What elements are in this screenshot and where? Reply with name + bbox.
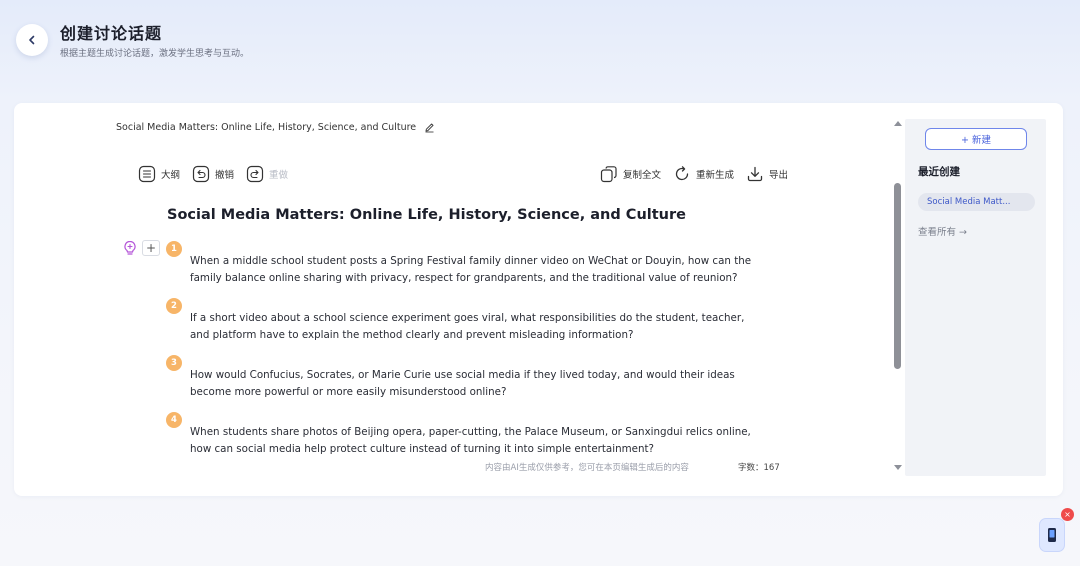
question-text[interactable]: If a short video about a school science … — [190, 310, 765, 344]
list-item: 3 How would Confucius, Socrates, or Mari… — [166, 355, 766, 412]
undo-icon — [192, 165, 210, 183]
row-tools: + — [122, 240, 160, 256]
scroll-up-arrow[interactable] — [894, 121, 902, 126]
scroll-down-arrow[interactable] — [894, 465, 902, 470]
pencil-icon[interactable] — [424, 122, 435, 133]
content-title: Social Media Matters: Online Life, Histo… — [167, 207, 686, 223]
lightbulb-icon[interactable] — [122, 240, 138, 256]
copy-all-button[interactable]: 复制全文 — [600, 165, 661, 183]
undo-label: 撤销 — [215, 170, 235, 181]
question-list: 1 When a middle school student posts a S… — [166, 241, 766, 469]
recent-title: 最近创建 — [918, 166, 960, 178]
vertical-scrollbar[interactable] — [892, 117, 904, 473]
editor-toolbar: 大纲 撤销 重做 复制全文 重新生成 导出 — [138, 163, 788, 185]
export-button[interactable]: 导出 — [746, 165, 788, 183]
redo-label: 重做 — [269, 170, 289, 181]
ai-disclaimer: 内容由AI生成仅供参考，您可在本页编辑生成后的内容 — [485, 463, 689, 473]
word-count: 字数：167 — [738, 463, 780, 473]
copy-icon — [600, 165, 618, 183]
question-number-badge: 3 — [166, 355, 182, 371]
undo-button[interactable]: 撤销 — [192, 165, 234, 183]
history-sidebar: + 新建 最近创建 Social Media Matt... 查看所有 → — [905, 119, 1046, 476]
back-button[interactable] — [16, 24, 48, 56]
question-number-badge: 2 — [166, 298, 182, 314]
download-icon — [746, 165, 764, 183]
page-subtitle: 根据主题生成讨论话题，激发学生思考与互动。 — [60, 49, 250, 59]
list-item: 1 When a middle school student posts a S… — [166, 241, 766, 298]
question-text[interactable]: When students share photos of Beijing op… — [190, 424, 765, 458]
document-name-row: Social Media Matters: Online Life, Histo… — [116, 122, 435, 133]
question-text[interactable]: When a middle school student posts a Spr… — [190, 253, 765, 287]
export-label: 导出 — [768, 170, 788, 181]
new-button[interactable]: + 新建 — [925, 128, 1027, 150]
outline-label: 大纲 — [161, 170, 181, 181]
list-item: 2 If a short video about a school scienc… — [166, 298, 766, 355]
question-text[interactable]: How would Confucius, Socrates, or Marie … — [190, 367, 765, 401]
toolbar-right-group: 复制全文 重新生成 导出 — [588, 165, 788, 183]
refresh-icon — [673, 165, 691, 183]
view-all-link[interactable]: 查看所有 → — [918, 224, 967, 238]
recent-item[interactable]: Social Media Matt... — [918, 193, 1035, 211]
copy-all-label: 复制全文 — [622, 170, 661, 181]
scrollbar-thumb[interactable] — [894, 183, 901, 369]
outline-button[interactable]: 大纲 — [138, 165, 180, 183]
close-icon[interactable]: × — [1061, 508, 1074, 521]
regenerate-button[interactable]: 重新生成 — [673, 165, 734, 183]
editor-panel: Social Media Matters: Online Life, Histo… — [14, 103, 1063, 496]
floating-assistant-button[interactable] — [1039, 518, 1065, 552]
redo-icon — [246, 165, 264, 183]
question-number-badge: 4 — [166, 412, 182, 428]
question-number-badge: 1 — [166, 241, 182, 257]
add-block-button[interactable]: + — [142, 240, 160, 256]
phone-icon — [1047, 527, 1057, 543]
document-name: Social Media Matters: Online Life, Histo… — [116, 122, 417, 133]
regenerate-label: 重新生成 — [695, 170, 734, 181]
chevron-left-icon — [27, 35, 37, 45]
redo-button[interactable]: 重做 — [246, 165, 288, 183]
page-header: 创建讨论话题 根据主题生成讨论话题，激发学生思考与互动。 — [0, 0, 1080, 100]
list-icon — [138, 165, 156, 183]
page-title: 创建讨论话题 — [60, 24, 163, 43]
